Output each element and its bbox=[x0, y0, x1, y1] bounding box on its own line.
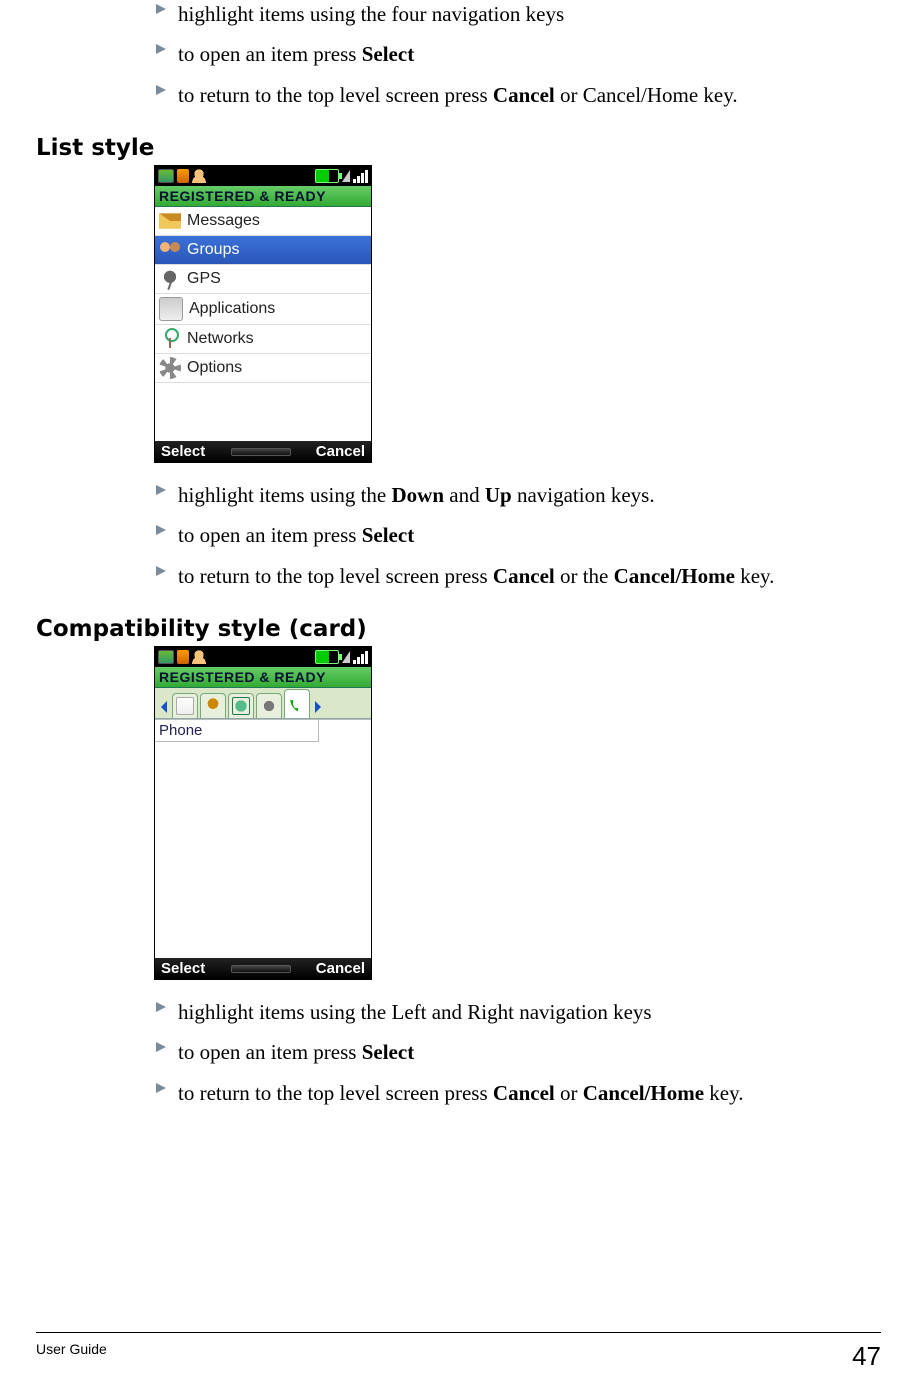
bullet-arrow-icon bbox=[154, 1040, 168, 1054]
groups-icon bbox=[159, 239, 181, 261]
menu-list: Messages Groups GPS Applications Networks Opt… bbox=[155, 207, 371, 383]
menu-item-label: Messages bbox=[187, 212, 260, 230]
bullet-text: to return to the top level screen press … bbox=[178, 562, 881, 590]
options-icon bbox=[159, 357, 181, 379]
section-list-style-heading: List style bbox=[36, 135, 881, 161]
notes-icon bbox=[176, 697, 194, 715]
softkey-bar: Select Cancel bbox=[155, 958, 371, 979]
bullet-text: highlight items using the four navigatio… bbox=[178, 0, 881, 28]
menu-item-groups[interactable]: Groups bbox=[155, 236, 371, 265]
tab-phone[interactable] bbox=[284, 689, 310, 718]
top-bullet-list: highlight items using the four navigatio… bbox=[154, 0, 881, 109]
network-strength-icon bbox=[342, 170, 350, 182]
status-indicator-icon bbox=[158, 169, 174, 183]
people-icon bbox=[205, 698, 221, 714]
compat-bullet-item: to open an item press Select bbox=[154, 1038, 881, 1066]
section-compat-heading: Compatibility style (card) bbox=[36, 616, 881, 642]
softkey-right[interactable]: Cancel bbox=[316, 443, 365, 460]
softkey-scroll-indicator bbox=[231, 965, 291, 973]
messages-icon bbox=[159, 210, 181, 232]
bullet-arrow-icon bbox=[154, 2, 168, 16]
menu-item-label: GPS bbox=[187, 270, 221, 288]
bullet-text: to open an item press Select bbox=[178, 521, 881, 549]
signal-icon bbox=[353, 650, 368, 664]
gps-icon bbox=[159, 268, 181, 290]
battery-icon bbox=[315, 650, 339, 664]
card-field-phone[interactable]: Phone bbox=[155, 720, 319, 742]
globe-icon bbox=[232, 697, 250, 715]
status-card-icon bbox=[177, 169, 189, 183]
gear-icon bbox=[261, 698, 277, 714]
bullet-text: to return to the top level screen press … bbox=[178, 1079, 881, 1107]
compat-bullets: highlight items using the Left and Right… bbox=[154, 998, 881, 1107]
list-style-bullet-item: to return to the top level screen press … bbox=[154, 562, 881, 590]
bullet-text: highlight items using the Left and Right… bbox=[178, 998, 881, 1026]
status-user-icon bbox=[192, 169, 206, 183]
bullet-arrow-icon bbox=[154, 42, 168, 56]
page-footer: User Guide 47 bbox=[36, 1332, 881, 1372]
status-indicator-icon bbox=[158, 650, 174, 664]
battery-icon bbox=[315, 169, 339, 183]
menu-item-options[interactable]: Options bbox=[155, 354, 371, 383]
signal-icon bbox=[353, 169, 368, 183]
list-blank-area bbox=[155, 383, 371, 441]
menu-item-label: Applications bbox=[189, 300, 275, 318]
softkey-bar: Select Cancel bbox=[155, 441, 371, 462]
menu-item-gps[interactable]: GPS bbox=[155, 265, 371, 294]
tab-gear[interactable] bbox=[256, 693, 282, 718]
phone-icon bbox=[289, 696, 305, 712]
registered-ready-banner: REGISTERED & READY bbox=[155, 667, 371, 688]
bullet-arrow-icon bbox=[154, 523, 168, 537]
menu-item-label: Networks bbox=[187, 330, 254, 348]
status-user-icon bbox=[192, 650, 206, 664]
top-bullet-item: to return to the top level screen press … bbox=[154, 81, 881, 109]
menu-item-applications[interactable]: Applications bbox=[155, 294, 371, 325]
list-style-bullet-item: to open an item press Select bbox=[154, 521, 881, 549]
tab-notes[interactable] bbox=[172, 693, 198, 718]
softkey-scroll-indicator bbox=[231, 448, 291, 456]
bullet-arrow-icon bbox=[154, 483, 168, 497]
footer-page-number: 47 bbox=[852, 1341, 881, 1372]
applications-icon bbox=[159, 297, 183, 321]
bullet-text: highlight items using the Down and Up na… bbox=[178, 481, 881, 509]
network-strength-icon bbox=[342, 651, 350, 663]
softkey-left[interactable]: Select bbox=[161, 960, 205, 977]
bullet-arrow-icon bbox=[154, 83, 168, 97]
footer-title: User Guide bbox=[36, 1341, 107, 1372]
menu-item-label: Groups bbox=[187, 241, 239, 259]
figure-compat-card: REGISTERED & READY Phone Select Cancel bbox=[154, 646, 372, 980]
bullet-text: to open an item press Select bbox=[178, 40, 881, 68]
menu-item-networks[interactable]: Networks bbox=[155, 325, 371, 354]
softkey-right[interactable]: Cancel bbox=[316, 960, 365, 977]
bullet-arrow-icon bbox=[154, 1081, 168, 1095]
tab-globe[interactable] bbox=[228, 693, 254, 718]
figure-list-style: REGISTERED & READY Messages Groups GPS Appl… bbox=[154, 165, 372, 463]
softkey-left[interactable]: Select bbox=[161, 443, 205, 460]
networks-icon bbox=[159, 328, 181, 350]
compat-bullet-item: highlight items using the Left and Right… bbox=[154, 998, 881, 1026]
bullet-text: to return to the top level screen press … bbox=[178, 81, 881, 109]
tab-people[interactable] bbox=[200, 693, 226, 718]
tab-right-arrow-icon[interactable] bbox=[311, 696, 325, 718]
status-bar bbox=[155, 647, 371, 667]
registered-ready-banner: REGISTERED & READY bbox=[155, 186, 371, 207]
menu-item-messages[interactable]: Messages bbox=[155, 207, 371, 236]
list-style-bullet-item: highlight items using the Down and Up na… bbox=[154, 481, 881, 509]
list-style-bullets: highlight items using the Down and Up na… bbox=[154, 481, 881, 590]
bullet-text: to open an item press Select bbox=[178, 1038, 881, 1066]
bullet-arrow-icon bbox=[154, 564, 168, 578]
menu-item-label: Options bbox=[187, 359, 242, 377]
top-bullet-item: highlight items using the four navigatio… bbox=[154, 0, 881, 28]
card-body: Phone bbox=[155, 719, 371, 958]
status-card-icon bbox=[177, 650, 189, 664]
compat-bullet-item: to return to the top level screen press … bbox=[154, 1079, 881, 1107]
bullet-arrow-icon bbox=[154, 1000, 168, 1014]
top-bullet-item: to open an item press Select bbox=[154, 40, 881, 68]
tab-left-arrow-icon[interactable] bbox=[157, 696, 171, 718]
status-bar bbox=[155, 166, 371, 186]
tab-row bbox=[155, 688, 371, 719]
